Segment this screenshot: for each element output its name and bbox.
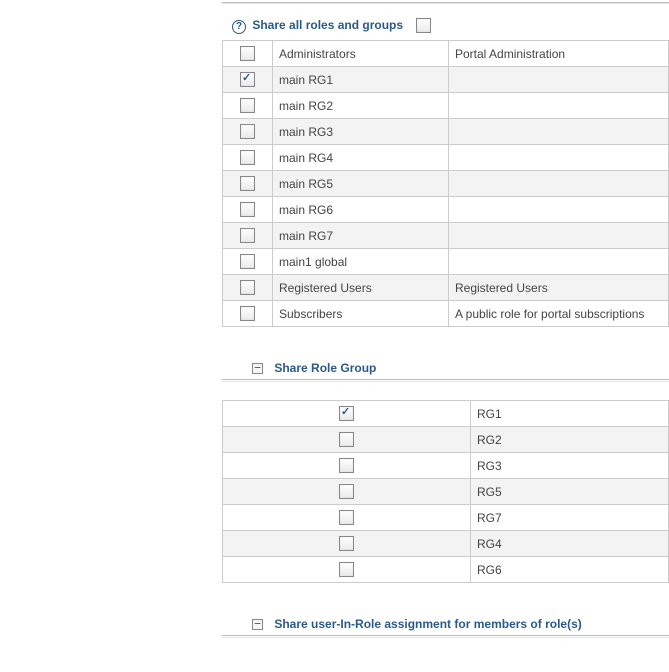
table-row: main RG4 — [223, 145, 669, 171]
share-all-label: Share all roles and groups — [252, 18, 403, 32]
collapse-icon[interactable]: − — [252, 363, 263, 374]
role-desc — [449, 171, 669, 197]
role-group-title: Share Role Group — [274, 361, 376, 375]
table-row: RG6 — [223, 557, 669, 583]
roles-table: AdministratorsPortal Administrationmain … — [222, 40, 669, 327]
role-name: main RG2 — [273, 93, 449, 119]
role-name: main RG7 — [273, 223, 449, 249]
role-group-name: RG3 — [471, 453, 669, 479]
table-row: AdministratorsPortal Administration — [223, 41, 669, 67]
role-desc: A public role for portal subscriptions — [449, 301, 669, 327]
table-row: main RG7 — [223, 223, 669, 249]
table-row: RG7 — [223, 505, 669, 531]
row-checkbox[interactable] — [339, 432, 354, 447]
row-checkbox[interactable] — [240, 306, 255, 321]
table-row: SubscribersA public role for portal subs… — [223, 301, 669, 327]
role-desc — [449, 197, 669, 223]
share-all-header: ? Share all roles and groups — [222, 14, 669, 40]
collapse-icon[interactable]: − — [252, 619, 263, 630]
role-name: main RG1 — [273, 67, 449, 93]
row-checkbox[interactable] — [339, 562, 354, 577]
table-row: RG1 — [223, 401, 669, 427]
role-group-name: RG5 — [471, 479, 669, 505]
table-row: main RG5 — [223, 171, 669, 197]
top-separator — [222, 2, 669, 4]
role-desc — [449, 145, 669, 171]
role-group-underline — [222, 381, 669, 382]
table-row: main1 global — [223, 249, 669, 275]
share-role-group-header: − Share Role Group — [222, 357, 669, 380]
role-desc — [449, 249, 669, 275]
role-name: main RG6 — [273, 197, 449, 223]
role-name: Administrators — [273, 41, 449, 67]
row-checkbox[interactable] — [240, 98, 255, 113]
role-desc: Portal Administration — [449, 41, 669, 67]
row-checkbox[interactable] — [339, 484, 354, 499]
role-group-name: RG2 — [471, 427, 669, 453]
table-row: RG2 — [223, 427, 669, 453]
row-checkbox[interactable] — [240, 124, 255, 139]
table-row: main RG6 — [223, 197, 669, 223]
help-icon[interactable]: ? — [232, 20, 246, 34]
role-name: main1 global — [273, 249, 449, 275]
main-content: ? Share all roles and groups Administrat… — [222, 0, 669, 638]
row-checkbox[interactable] — [339, 458, 354, 473]
role-desc — [449, 67, 669, 93]
row-checkbox[interactable] — [240, 176, 255, 191]
row-checkbox[interactable] — [339, 510, 354, 525]
table-row: main RG2 — [223, 93, 669, 119]
row-checkbox[interactable] — [240, 72, 255, 87]
role-group-table: RG1RG2RG3RG5RG7RG4RG6 — [222, 400, 669, 583]
table-row: RG5 — [223, 479, 669, 505]
share-user-in-role-header: − Share user-In-Role assignment for memb… — [222, 613, 669, 636]
table-row: main RG3 — [223, 119, 669, 145]
row-checkbox[interactable] — [339, 406, 354, 421]
row-checkbox[interactable] — [240, 280, 255, 295]
table-row: Registered UsersRegistered Users — [223, 275, 669, 301]
table-row: main RG1 — [223, 67, 669, 93]
user-in-role-title: Share user-In-Role assignment for member… — [274, 617, 581, 631]
row-checkbox[interactable] — [240, 202, 255, 217]
role-desc — [449, 93, 669, 119]
share-all-checkbox[interactable] — [416, 18, 431, 33]
role-name: Registered Users — [273, 275, 449, 301]
role-desc: Registered Users — [449, 275, 669, 301]
row-checkbox[interactable] — [240, 254, 255, 269]
role-group-name: RG4 — [471, 531, 669, 557]
table-row: RG4 — [223, 531, 669, 557]
row-checkbox[interactable] — [339, 536, 354, 551]
role-group-name: RG1 — [471, 401, 669, 427]
row-checkbox[interactable] — [240, 46, 255, 61]
row-checkbox[interactable] — [240, 150, 255, 165]
role-group-name: RG6 — [471, 557, 669, 583]
row-checkbox[interactable] — [240, 228, 255, 243]
user-in-role-underline — [222, 637, 669, 638]
role-name: Subscribers — [273, 301, 449, 327]
role-desc — [449, 119, 669, 145]
table-row: RG3 — [223, 453, 669, 479]
role-name: main RG3 — [273, 119, 449, 145]
role-desc — [449, 223, 669, 249]
role-group-name: RG7 — [471, 505, 669, 531]
role-name: main RG4 — [273, 145, 449, 171]
role-name: main RG5 — [273, 171, 449, 197]
